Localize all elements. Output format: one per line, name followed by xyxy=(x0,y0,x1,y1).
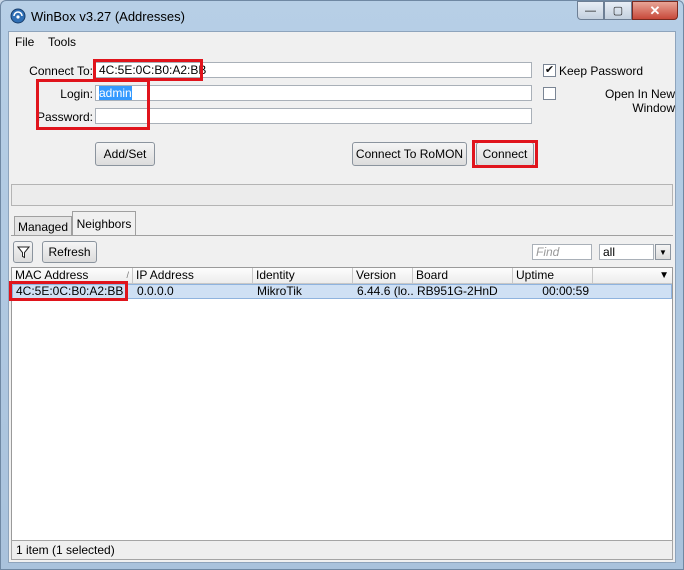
connection-status-strip xyxy=(11,184,673,206)
menu-bar: File Tools xyxy=(9,32,675,52)
minimize-icon[interactable]: — xyxy=(577,1,604,20)
open-new-window-checkbox[interactable] xyxy=(543,87,556,100)
password-label: Password: xyxy=(36,110,93,124)
login-label: Login: xyxy=(60,87,93,101)
cell-mac: 4C:5E:0C:B0:A2:BB xyxy=(16,285,124,298)
status-bar: 1 item (1 selected) xyxy=(11,540,673,560)
find-input[interactable]: Find xyxy=(532,244,592,260)
window-title: WinBox v3.27 (Addresses) xyxy=(31,9,185,24)
menu-file[interactable]: File xyxy=(15,35,34,49)
maximize-icon[interactable]: ▢ xyxy=(604,1,632,20)
column-mac-address-label: MAC Address xyxy=(15,268,89,282)
connect-to-input[interactable]: 4C:5E:0C:B0:A2:BB xyxy=(95,62,532,78)
filter-dropdown-icon[interactable]: ▼ xyxy=(655,244,671,260)
column-menu-chevron-down-icon[interactable]: ▼ xyxy=(659,268,669,283)
connect-to-label: Connect To: xyxy=(29,64,93,78)
close-icon[interactable]: ✕ xyxy=(632,1,678,20)
tab-managed[interactable]: Managed xyxy=(14,216,72,236)
keep-password-checkbox[interactable]: ✔ xyxy=(543,64,556,77)
column-mac-address[interactable]: MAC Address / xyxy=(12,268,133,284)
column-uptime[interactable]: Uptime xyxy=(513,268,593,284)
column-ip-address[interactable]: IP Address xyxy=(133,268,253,284)
neighbors-table: MAC Address / IP Address Identity Versio… xyxy=(11,267,673,541)
title-bar[interactable]: WinBox v3.27 (Addresses) — ▢ ✕ xyxy=(1,1,683,31)
cell-board: RB951G-2HnD xyxy=(417,285,498,298)
column-identity[interactable]: Identity xyxy=(253,268,353,284)
filter-select[interactable]: all xyxy=(599,244,654,260)
cell-uptime: 00:00:59 xyxy=(542,285,589,298)
password-input[interactable] xyxy=(95,108,532,124)
login-value-selected: admin xyxy=(99,86,132,100)
cell-identity: MikroTik xyxy=(257,285,302,298)
keep-password-label: Keep Password xyxy=(559,64,644,78)
winbox-window: WinBox v3.27 (Addresses) — ▢ ✕ File Tool… xyxy=(0,0,684,570)
menu-tools[interactable]: Tools xyxy=(48,35,76,49)
tab-divider xyxy=(11,235,673,236)
connect-to-romon-button[interactable]: Connect To RoMON xyxy=(352,142,467,166)
main-client-area: File Tools Connect To: 4C:5E:0C:B0:A2:BB… xyxy=(8,31,676,563)
window-controls: — ▢ ✕ xyxy=(577,1,678,21)
cell-ip: 0.0.0.0 xyxy=(137,285,174,298)
column-version[interactable]: Version xyxy=(353,268,413,284)
winbox-app-icon xyxy=(10,8,26,24)
tab-neighbors[interactable]: Neighbors xyxy=(72,211,136,236)
table-row[interactable]: 4C:5E:0C:B0:A2:BB 0.0.0.0 MikroTik 6.44.… xyxy=(12,284,672,299)
add-set-button[interactable]: Add/Set xyxy=(95,142,155,166)
open-new-window-label: Open In New Window xyxy=(604,87,675,115)
funnel-icon xyxy=(16,246,30,258)
filter-button[interactable] xyxy=(13,241,33,263)
login-input[interactable]: admin xyxy=(95,85,532,101)
column-filler: ▼ xyxy=(593,268,672,284)
column-resize-icon: / xyxy=(126,270,129,280)
connect-button[interactable]: Connect xyxy=(476,142,534,166)
cell-version: 6.44.6 (lo... xyxy=(357,285,414,298)
column-board[interactable]: Board xyxy=(413,268,513,284)
refresh-button[interactable]: Refresh xyxy=(42,241,97,263)
